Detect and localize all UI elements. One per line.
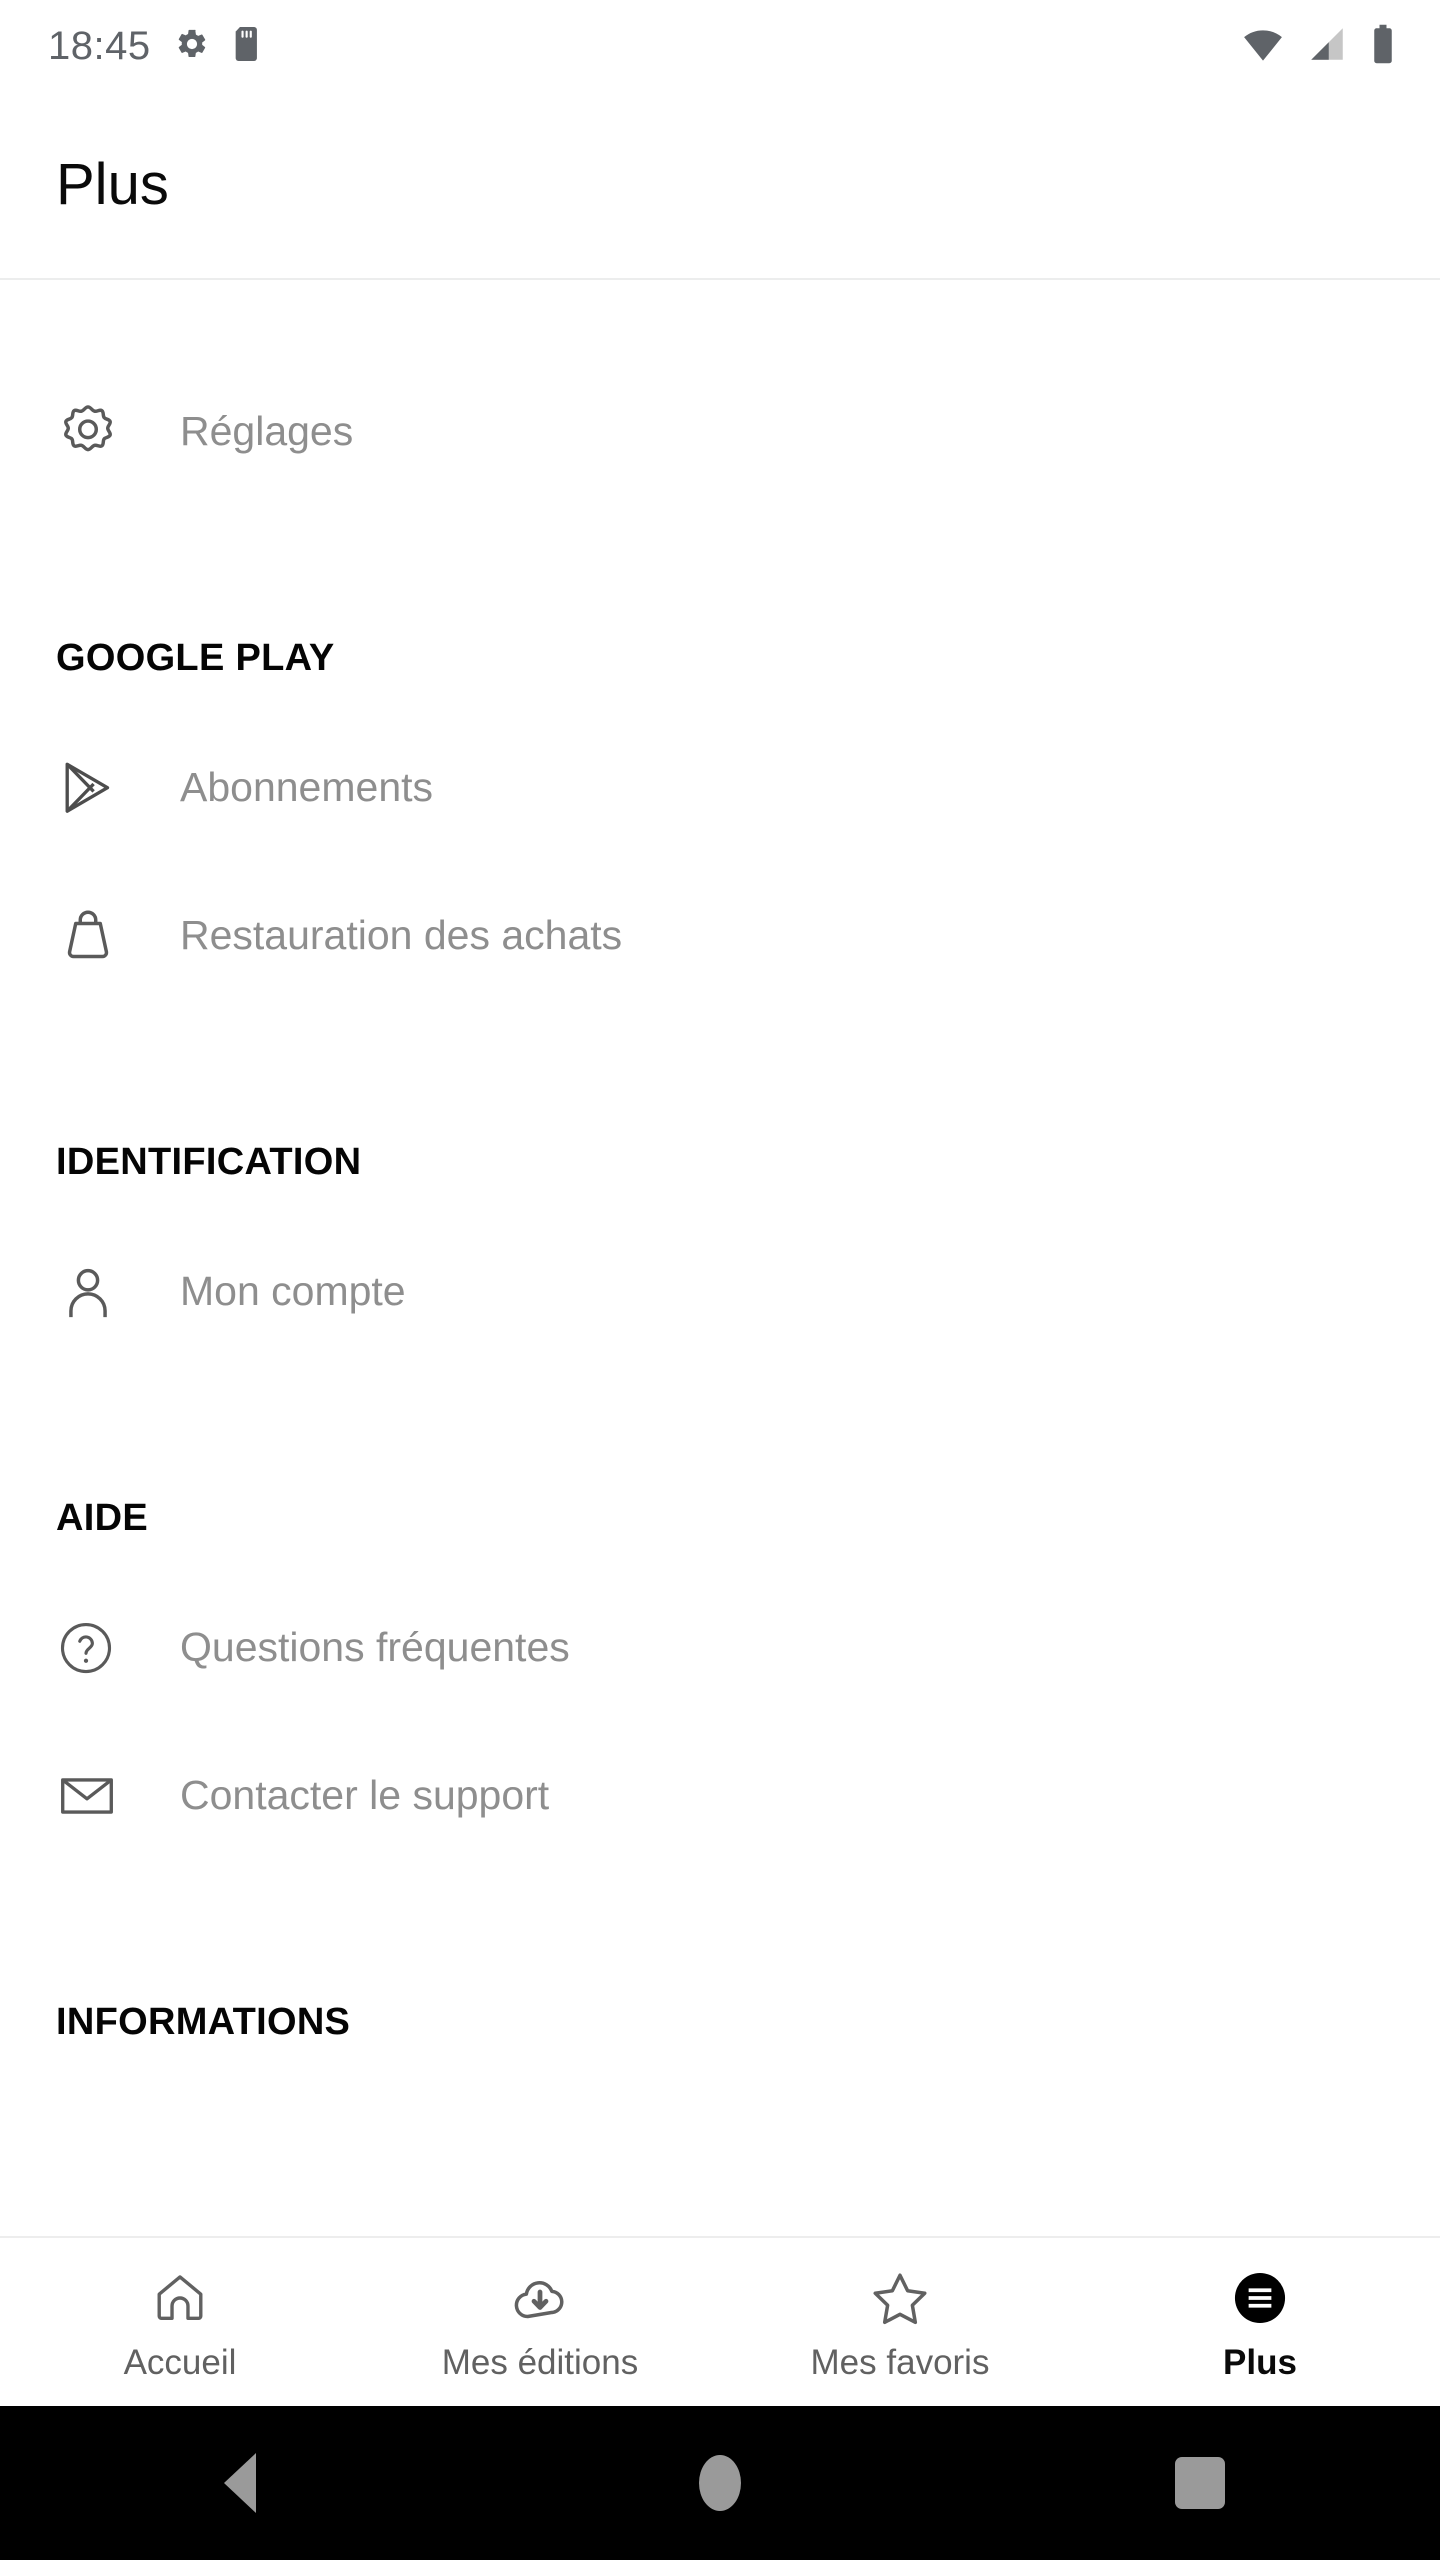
nav-item-accueil[interactable]: Accueil — [0, 2238, 360, 2406]
nav-item-label: Plus — [1223, 2342, 1297, 2382]
nav-item-label: Mes éditions — [441, 2342, 639, 2382]
question-circle-icon — [56, 1618, 142, 1678]
recents-icon[interactable] — [960, 2457, 1440, 2509]
list-item-mon-compte[interactable]: Mon compte — [0, 1218, 1440, 1366]
page-title: Plus — [56, 152, 169, 217]
section-header-google-play: GOOGLE PLAY — [56, 637, 335, 679]
list-item-label: Questions fréquentes — [180, 1624, 570, 1671]
battery-icon — [1370, 23, 1396, 70]
list-item-contacter-le-support[interactable]: Contacter le support — [0, 1722, 1440, 1870]
nav-item-label: Mes favoris — [810, 2342, 990, 2382]
wifi-icon — [1242, 23, 1284, 70]
cloud-download-icon — [510, 2265, 570, 2331]
person-icon — [56, 1260, 142, 1324]
android-system-navigation-bar — [0, 2406, 1440, 2560]
star-icon — [870, 2265, 930, 2331]
settings-list[interactable]: Réglages GOOGLE PLAY Abonnements Restaur… — [0, 280, 1440, 2236]
status-bar-left: 18:45 — [48, 26, 261, 66]
back-icon[interactable] — [0, 2453, 480, 2513]
list-item-restauration-des-achats[interactable]: Restauration des achats — [0, 862, 1440, 1010]
nav-item-mes-favoris[interactable]: Mes favoris — [720, 2238, 1080, 2406]
home-icon — [151, 2265, 209, 2331]
gear-icon — [56, 400, 142, 464]
list-item-label: Restauration des achats — [180, 912, 623, 959]
list-item-abonnements[interactable]: Abonnements — [0, 714, 1440, 862]
nav-item-mes-editions[interactable]: Mes éditions — [360, 2238, 720, 2406]
cellular-signal-icon — [1306, 23, 1348, 70]
list-item-questions-frequentes[interactable]: Questions fréquentes — [0, 1574, 1440, 1722]
gear-icon — [175, 27, 209, 66]
section-header-aide: AIDE — [56, 1497, 148, 1539]
shopping-bag-icon — [56, 904, 142, 968]
list-item-reglages[interactable]: Réglages — [0, 358, 1440, 506]
hamburger-menu-icon — [1229, 2265, 1291, 2331]
bottom-navigation-bar: Accueil Mes éditions Mes favoris Plus — [0, 2236, 1440, 2406]
section-header-informations: INFORMATIONS — [56, 2001, 351, 2043]
phone-screen: 18:45 Plus Réglages GOOGLE PLAY Abonneme… — [0, 0, 1440, 2560]
list-item-label: Abonnements — [180, 764, 434, 811]
list-item-label: Contacter le support — [180, 1772, 550, 1819]
nav-item-label: Accueil — [123, 2342, 237, 2382]
nav-item-plus[interactable]: Plus — [1080, 2238, 1440, 2406]
google-play-icon — [56, 756, 142, 820]
status-clock: 18:45 — [48, 24, 151, 68]
list-item-label: Mon compte — [180, 1268, 406, 1315]
app-bar: Plus — [0, 92, 1440, 280]
section-header-identification: IDENTIFICATION — [56, 1141, 362, 1183]
status-bar: 18:45 — [0, 0, 1440, 92]
home-icon[interactable] — [480, 2455, 960, 2511]
status-bar-right — [1242, 23, 1396, 70]
envelope-icon — [56, 1765, 142, 1827]
list-item-label: Réglages — [180, 408, 354, 455]
sd-card-icon — [233, 26, 261, 66]
